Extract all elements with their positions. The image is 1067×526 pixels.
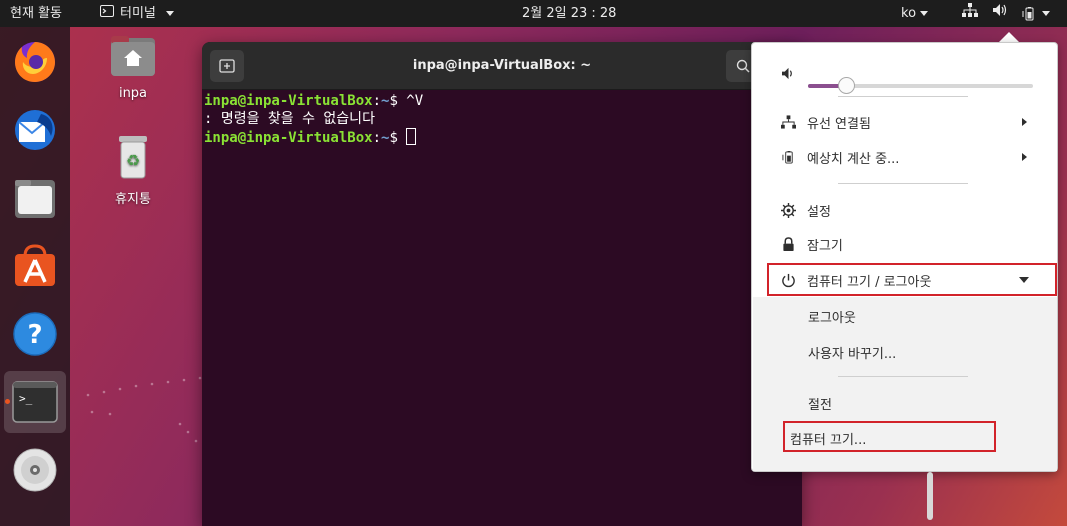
menu-item-suspend[interactable]: 절전 <box>752 386 1057 420</box>
help-icon: ? <box>13 312 57 356</box>
menu-item-lock[interactable]: 잠그기 <box>752 227 1057 261</box>
menu-item-label: 예상치 계산 중... <box>807 151 900 167</box>
menu-item-label: 컴퓨터 끄기 / 로그아웃 <box>807 274 932 290</box>
terminal-line: inpa@inpa-VirtualBox:~$ ^V <box>204 92 800 110</box>
disc-icon <box>13 448 57 492</box>
prompt-user: inpa@inpa-VirtualBox <box>204 93 373 109</box>
terminal-window[interactable]: inpa@inpa-VirtualBox: ~ inpa@inpa-Virtua… <box>202 42 802 526</box>
menu-item-label: 절전 <box>808 397 832 413</box>
svg-text:?: ? <box>27 320 42 350</box>
search-icon <box>736 59 750 73</box>
terminal-line: inpa@inpa-VirtualBox:~$ <box>204 128 800 147</box>
volume-icon <box>992 0 1008 27</box>
dock-firefox[interactable] <box>4 31 66 93</box>
separator <box>838 376 968 377</box>
terminal-scrollbar[interactable] <box>927 472 933 520</box>
activities-button[interactable]: 현재 활동 <box>10 0 62 27</box>
prompt-colon: : <box>372 130 382 146</box>
menu-item-logout[interactable]: 로그아웃 <box>752 299 1057 333</box>
status-menu-button[interactable] <box>962 0 1050 27</box>
command-text: $ <box>389 130 407 146</box>
dock-terminal[interactable]: >_ <box>4 371 66 433</box>
chevron-down-icon <box>920 11 929 16</box>
prompt-user: inpa@inpa-VirtualBox <box>204 130 373 146</box>
chevron-down-icon <box>1019 277 1029 283</box>
running-indicator <box>5 399 10 404</box>
error-output: : 명령을 찾을 수 없습니다 <box>204 111 375 127</box>
text-cursor <box>406 128 417 145</box>
svg-text:♻: ♻ <box>126 151 140 170</box>
menu-item-settings[interactable]: 설정 <box>752 193 1057 227</box>
separator <box>838 183 968 184</box>
network-icon <box>962 0 978 27</box>
gear-icon <box>779 202 797 218</box>
separator <box>838 96 968 97</box>
svg-text:>_: >_ <box>19 392 33 405</box>
battery-icon <box>779 150 797 165</box>
dock-software[interactable] <box>4 235 66 297</box>
dock-files[interactable] <box>4 167 66 229</box>
trash-label: 휴지통 <box>115 192 151 207</box>
home-folder-label: inpa <box>118 86 148 101</box>
menu-item-label: 컴퓨터 끄기... <box>790 432 867 448</box>
menu-item-power-off-logout[interactable]: 컴퓨터 끄기 / 로그아웃 <box>752 263 1057 297</box>
app-menu[interactable]: 터미널 <box>100 0 174 27</box>
prompt-colon: : <box>372 93 382 109</box>
desktop-home-folder[interactable]: inpa <box>98 34 168 101</box>
terminal-title: inpa@inpa-VirtualBox: ~ <box>412 58 592 73</box>
volume-slider[interactable] <box>808 77 1033 94</box>
thunderbird-icon <box>15 110 55 150</box>
chevron-right-icon <box>1022 118 1027 126</box>
firefox-icon <box>15 42 55 82</box>
menu-item-wired[interactable]: 유선 연결됨 <box>752 105 1057 139</box>
top-bar: 현재 활동 터미널 2월 2일 23 : 28 ko <box>0 0 1067 27</box>
dock: ? >_ <box>0 27 70 526</box>
terminal-output[interactable]: inpa@inpa-VirtualBox:~$ ^V: 명령을 찾을 수 없습니… <box>202 90 802 149</box>
desktop-trash[interactable]: ♻ 휴지통 <box>98 134 168 207</box>
menu-item-label: 사용자 바꾸기... <box>808 346 897 362</box>
command-text: $ ^V <box>389 93 424 109</box>
terminal-small-icon <box>100 0 114 27</box>
menu-item-label: 설정 <box>807 204 831 220</box>
chevron-right-icon <box>1022 153 1027 161</box>
home-folder-icon <box>111 36 155 76</box>
files-icon <box>15 180 55 218</box>
app-menu-label: 터미널 <box>120 6 156 21</box>
dock-disc[interactable] <box>4 439 66 501</box>
menu-item-label: 유선 연결됨 <box>807 116 871 132</box>
language-label: ko <box>901 6 917 21</box>
system-menu: 유선 연결됨 예상치 계산 중... 설정 잠그기 컴퓨터 끄기 / 로그아웃 … <box>751 42 1058 472</box>
menu-item-label: 잠그기 <box>807 238 843 254</box>
menu-item-label: 로그아웃 <box>808 310 856 326</box>
chevron-down-icon <box>1042 11 1050 16</box>
dock-help[interactable]: ? <box>4 303 66 365</box>
trash-icon: ♻ <box>119 136 147 179</box>
volume-icon <box>779 67 797 80</box>
terminal-line: : 명령을 찾을 수 없습니다 <box>204 110 800 128</box>
software-icon <box>15 244 55 286</box>
clock[interactable]: 2월 2일 23 : 28 <box>522 0 616 27</box>
chevron-down-icon <box>165 11 174 16</box>
terminal-header[interactable]: inpa@inpa-VirtualBox: ~ <box>202 42 802 90</box>
dock-thunderbird[interactable] <box>4 99 66 161</box>
volume-row <box>752 56 1057 94</box>
terminal-icon: >_ <box>12 381 58 423</box>
language-selector[interactable]: ko <box>901 0 929 27</box>
menu-item-power-off[interactable]: 컴퓨터 끄기... <box>752 421 1057 455</box>
battery-icon <box>1022 6 1050 21</box>
menu-item-battery[interactable]: 예상치 계산 중... <box>752 140 1057 174</box>
power-icon <box>779 273 797 288</box>
network-icon <box>779 115 797 129</box>
menu-item-switch-user[interactable]: 사용자 바꾸기... <box>752 335 1057 369</box>
volume-slider-knob[interactable] <box>838 77 856 94</box>
lock-icon <box>779 236 797 252</box>
